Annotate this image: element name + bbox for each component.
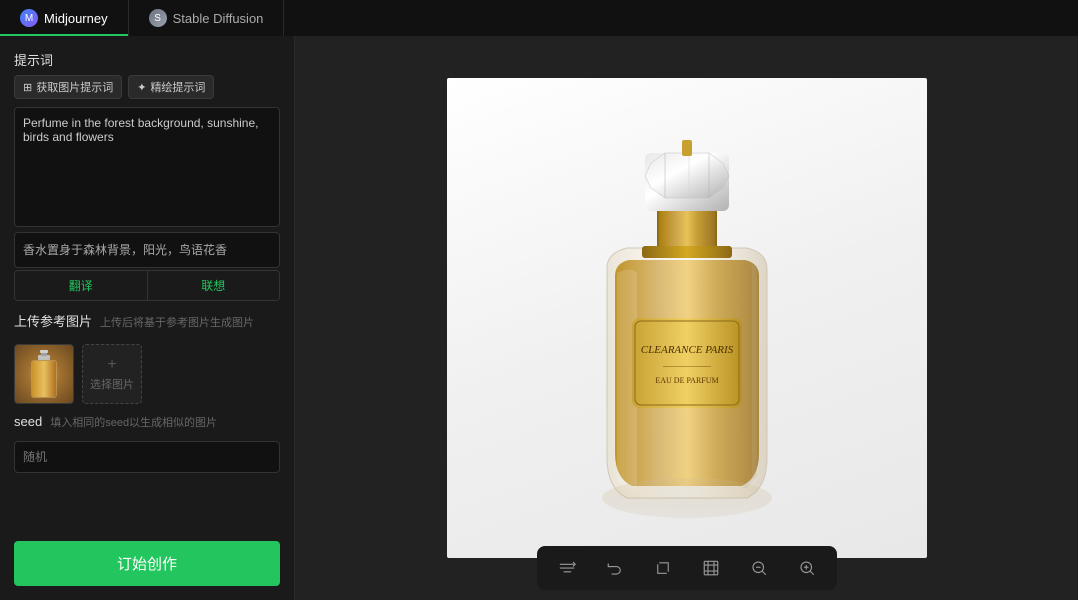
seed-title: seed — [14, 414, 42, 429]
bottom-toolbar — [537, 546, 837, 590]
generate-btn[interactable]: 订始创作 — [14, 541, 280, 586]
plus-icon: + — [107, 356, 116, 374]
frame-icon[interactable] — [697, 554, 725, 582]
svg-text:EAU DE PARFUM: EAU DE PARFUM — [655, 376, 718, 385]
prompt-section: 提示词 ⊞ 获取图片提示词 ✦ 精绘提示词 Perfume in the for… — [14, 50, 280, 301]
extract-icon: ⊞ — [23, 81, 32, 94]
uploaded-thumb-1[interactable] — [14, 344, 74, 404]
seed-section: seed 填入相同的seed以生成相似的图片 — [14, 414, 280, 473]
upload-title-row: 上传参考图片 上传后将基于参考图片生成图片 — [14, 311, 280, 336]
seed-title-row: seed 填入相同的seed以生成相似的图片 — [14, 414, 280, 435]
copy-btn[interactable]: 联想 — [148, 271, 280, 300]
prompt-textarea[interactable]: Perfume in the forest background, sunshi… — [14, 107, 280, 227]
flip-icon-svg — [558, 559, 576, 577]
zoom-out-icon-svg — [750, 559, 768, 577]
right-panel: CLEARANCE PARIS —————— EAU DE PARFUM — [295, 36, 1078, 600]
tab-bar: M Midjourney S Stable Diffusion — [0, 0, 1078, 36]
seed-input[interactable] — [14, 441, 280, 473]
stable-diffusion-icon: S — [149, 9, 167, 27]
left-panel: 提示词 ⊞ 获取图片提示词 ✦ 精绘提示词 Perfume in the for… — [0, 36, 295, 600]
main-layout: 提示词 ⊞ 获取图片提示词 ✦ 精绘提示词 Perfume in the for… — [0, 36, 1078, 600]
frame-icon-svg — [702, 559, 720, 577]
zoom-out-icon[interactable] — [745, 554, 773, 582]
translate-row: 翻译 联想 — [14, 270, 280, 301]
refine-icon: ✦ — [137, 81, 146, 94]
upload-section: 上传参考图片 上传后将基于参考图片生成图片 — [14, 311, 280, 404]
perfume-display: CLEARANCE PARIS —————— EAU DE PARFUM — [447, 78, 927, 558]
image-container: CLEARANCE PARIS —————— EAU DE PARFUM — [447, 78, 927, 558]
crop-icon[interactable] — [649, 554, 677, 582]
perfume-bottle-svg: CLEARANCE PARIS —————— EAU DE PARFUM — [527, 98, 847, 538]
undo-icon-svg — [606, 559, 624, 577]
upload-images-row: + 选择图片 — [14, 344, 280, 404]
svg-text:——————: —————— — [662, 361, 712, 370]
refine-prompt-btn[interactable]: ✦ 精绘提示词 — [128, 75, 214, 99]
tab-midjourney[interactable]: M Midjourney — [0, 0, 129, 36]
crop-icon-svg — [654, 559, 672, 577]
add-image-label: 选择图片 — [90, 376, 134, 392]
translate-btn[interactable]: 翻译 — [15, 271, 147, 300]
upload-subtitle: 上传后将基于参考图片生成图片 — [100, 314, 254, 330]
seed-subtitle: 填入相同的seed以生成相似的图片 — [50, 414, 217, 430]
tab-stable-diffusion[interactable]: S Stable Diffusion — [129, 0, 285, 36]
zoom-in-icon-svg — [798, 559, 816, 577]
svg-text:CLEARANCE PARIS: CLEARANCE PARIS — [640, 344, 733, 356]
thumb-perfume-bg — [15, 345, 73, 403]
midjourney-icon: M — [20, 9, 38, 27]
undo-icon[interactable] — [601, 554, 629, 582]
chinese-prompt-display: 香水置身于森林背景，阳光，鸟语花香 — [14, 232, 280, 268]
extract-prompt-btn[interactable]: ⊞ 获取图片提示词 — [14, 75, 122, 99]
prompt-section-title: 提示词 — [14, 50, 280, 69]
thumb-perfume-svg — [24, 347, 64, 402]
flip-icon[interactable] — [553, 554, 581, 582]
zoom-in-icon[interactable] — [793, 554, 821, 582]
add-image-btn[interactable]: + 选择图片 — [82, 344, 142, 404]
tab-midjourney-label: Midjourney — [44, 11, 108, 26]
upload-section-title: 上传参考图片 — [14, 311, 92, 330]
tab-stable-diffusion-label: Stable Diffusion — [173, 11, 264, 26]
prompt-actions: ⊞ 获取图片提示词 ✦ 精绘提示词 — [14, 75, 280, 99]
